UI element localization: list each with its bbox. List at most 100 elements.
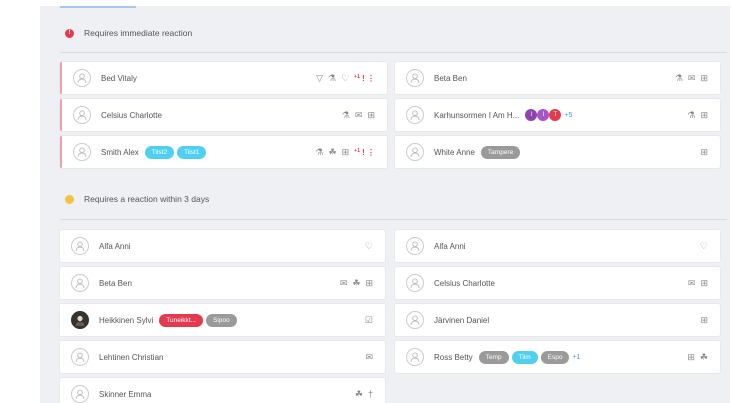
patient-name[interactable]: Alfa Anni [434,242,466,251]
patient-card[interactable]: Järvinen Daniel ⊞ [395,304,720,336]
status-icons: ⚗ ✉ ⊞ [675,62,708,94]
patient-card[interactable]: Beta Ben ⚗ ✉ ⊞ [395,62,720,94]
mail-icon[interactable]: ✉ [355,110,363,120]
check-mail-icon[interactable]: ☑ [365,315,373,325]
plus-box-icon[interactable]: ⊞ [700,147,708,157]
heart-icon[interactable]: ♡ [341,73,349,83]
flask-icon[interactable]: ⚗ [687,110,695,120]
patient-name[interactable]: Heikkinen Sylvi [99,316,153,325]
mail-icon[interactable]: ✉ [365,352,373,362]
tag-list: Tilst2 Tilst1 [144,145,207,159]
avatar-icon [406,69,424,87]
flask-icon[interactable]: ⚗ [328,73,336,83]
wifi-icon[interactable]: ▽ [316,73,323,83]
tag-chip[interactable]: Espo [540,350,570,364]
patient-name[interactable]: Ross Betty [434,353,473,362]
plus-box-icon[interactable]: ⊞ [700,110,708,120]
status-icons: ✉ [365,341,373,373]
patient-card[interactable]: Bed Vitaly ▽ ⚗ ♡ +1 ! ⋮ [60,62,387,94]
plus-box-icon[interactable]: ⊞ [342,147,350,157]
plus-box-icon[interactable]: ⊞ [700,278,708,288]
avatar-icon [71,385,89,403]
patient-card[interactable]: Karhunsormen I Am H... I I T +5 ⚗ ⊞ [395,99,720,131]
patient-name[interactable]: White Anne [434,148,475,157]
patient-name[interactable]: Beta Ben [99,279,132,288]
status-icons: ✉ ☘ ⊞ [340,267,373,299]
flask-icon[interactable]: ⚗ [675,73,683,83]
patient-card[interactable]: Alfa Anni ♡ [60,230,385,262]
tag-list: Temp Tilm Espo [478,350,570,364]
flask-icon[interactable]: ⚗ [315,147,323,157]
patient-name[interactable]: Alfa Anni [99,242,131,251]
more-tags-count[interactable]: +5 [564,112,572,119]
patient-card[interactable]: Heikkinen Sylvi Tuneikkt... Sipoo ☑ [60,304,385,336]
avatar-icon [406,143,424,161]
patient-card[interactable]: Celsius Charlotte ⚗ ✉ ⊞ [60,99,387,131]
dental-icon[interactable]: ☘ [329,147,337,157]
section-urgent-header: ! Requires immediate reaction [40,18,730,48]
patient-name[interactable]: Beta Ben [434,74,467,83]
tag-chip[interactable]: Sipoo [206,313,237,327]
tag-chip[interactable]: Tuneikkt... [159,313,203,327]
patient-card[interactable]: White Anne Tampere ⊞ [395,136,720,168]
plus-box-icon[interactable]: ⊞ [700,73,708,83]
patient-name[interactable]: Skinner Emma [99,390,151,399]
patient-card[interactable]: Lehtinen Christian ✉ [60,341,385,373]
tag-chip[interactable]: Tilst1 [177,145,207,159]
more-tags-count[interactable]: +1 [572,354,580,361]
mail-icon[interactable]: ✉ [340,278,348,288]
patient-name[interactable]: Bed Vitaly [101,74,137,83]
section-title: Requires a reaction within 3 days [84,194,210,204]
status-icons: ⚗ ☘ ⊞ +1 ! ⋮ [315,136,375,168]
tag-list: Tampere [480,145,521,159]
patient-name[interactable]: Järvinen Daniel [434,316,489,325]
plus-box-icon[interactable]: ⊞ [365,278,373,288]
status-icons: ☑ [365,304,373,336]
patient-name[interactable]: Lehtinen Christian [99,353,163,362]
patient-card[interactable]: Beta Ben ✉ ☘ ⊞ [60,267,385,299]
divider [60,219,727,220]
patient-name[interactable]: Karhunsormen I Am H... [434,111,519,120]
dental-icon[interactable]: ☘ [700,352,708,362]
plus-box-icon[interactable]: ⊞ [687,352,695,362]
patient-name[interactable]: Celsius Charlotte [434,279,495,288]
heart-icon[interactable]: ♡ [700,241,708,251]
active-tab-indicator [60,6,136,8]
patient-card[interactable]: Ross Betty Temp Tilm Espo +1 ⊞ ☘ [395,341,720,373]
patient-card[interactable]: Celsius Charlotte ✉ ⊞ [395,267,720,299]
patient-name[interactable]: Smith Alex [101,148,139,157]
initial-badges: IIT [525,109,562,121]
alert-count-icon[interactable]: +1 ! ⋮ [354,148,375,157]
pill-icon[interactable]: † [368,389,373,399]
tag-chip[interactable]: Tilm [511,350,538,364]
mail-icon[interactable]: ✉ [688,73,696,83]
flask-icon[interactable]: ⚗ [342,110,350,120]
avatar-icon [71,274,89,292]
section-title: Requires immediate reaction [84,28,193,38]
avatar-icon [406,348,424,366]
tag-chip[interactable]: Tilst2 [144,145,175,159]
mail-icon[interactable]: ✉ [688,278,696,288]
patient-card[interactable]: Skinner Emma ☘ † [60,378,385,403]
initial-badge: I [537,109,550,121]
avatar-icon [406,237,424,255]
plus-box-icon[interactable]: ⊞ [700,315,708,325]
alert-count-icon[interactable]: +1 ! ⋮ [354,74,375,83]
heart-icon[interactable]: ♡ [365,241,373,251]
avatar-photo [71,311,89,329]
status-icons: ▽ ⚗ ♡ +1 ! ⋮ [316,62,375,94]
avatar-icon [73,69,91,87]
tag-chip[interactable]: Temp [478,350,509,364]
patient-card[interactable]: Alfa Anni ♡ [395,230,720,262]
patient-card[interactable]: Smith Alex Tilst2 Tilst1 ⚗ ☘ ⊞ +1 ! ⋮ [60,136,387,168]
dental-icon[interactable]: ☘ [355,389,363,399]
plus-box-icon[interactable]: ⊞ [367,110,375,120]
status-icons: ⊞ ☘ [687,341,708,373]
patient-name[interactable]: Celsius Charlotte [101,111,162,120]
status-icons: ♡ [365,230,373,262]
tag-chip[interactable]: Tampere [480,145,521,159]
dental-icon[interactable]: ☘ [352,278,360,288]
patient-board: ! Requires immediate reaction Requires a… [40,6,730,403]
avatar-icon [406,106,424,124]
alert-dot-icon: ! [65,28,74,38]
